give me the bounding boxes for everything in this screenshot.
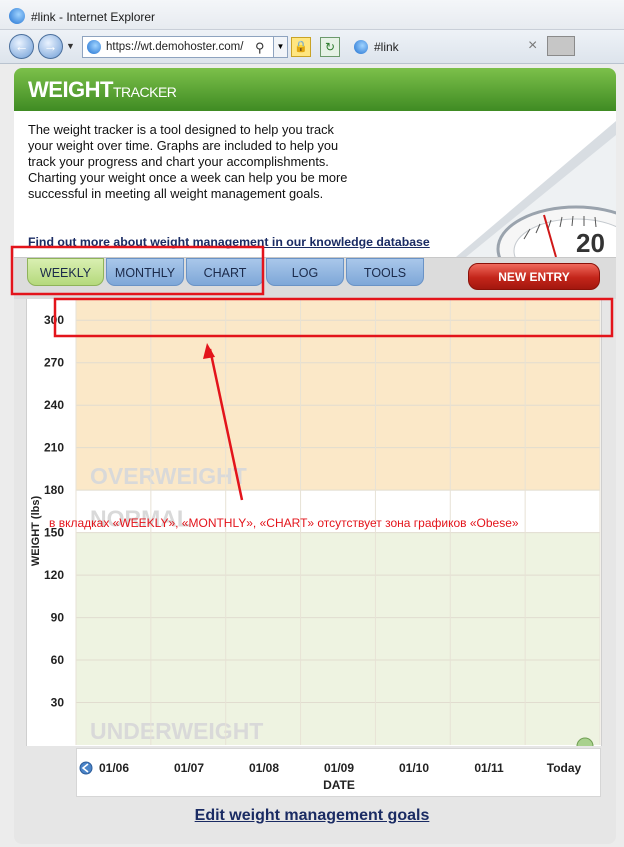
history-dropdown-icon[interactable]: ▼ xyxy=(66,41,75,51)
url-dropdown-icon[interactable]: ▼ xyxy=(273,37,287,57)
tab-chart[interactable]: CHART xyxy=(186,258,264,286)
page-icon xyxy=(87,40,101,54)
chart-container xyxy=(26,299,602,746)
forward-arrow-icon[interactable]: → xyxy=(38,34,63,59)
search-icon[interactable]: ⚲ xyxy=(255,40,265,56)
weight-tracker-header: WEIGHTTRACKER xyxy=(14,68,616,111)
new-entry-button[interactable]: NEW ENTRY xyxy=(468,263,600,290)
bathroom-scale-image: 20 xyxy=(426,111,616,257)
tab-monthly[interactable]: MONTHLY xyxy=(106,258,184,286)
new-tab-button[interactable] xyxy=(547,36,575,56)
back-arrow-icon[interactable]: ← xyxy=(9,34,34,59)
url-input[interactable]: https://wt.demohoster.com/ ⚲ ▼ xyxy=(82,36,288,58)
intro-description: The weight tracker is a tool designed to… xyxy=(28,122,348,201)
browser-tab-title: #link xyxy=(374,40,399,54)
knowledge-database-link[interactable]: Find out more about weight management in… xyxy=(28,235,430,249)
tab-tools[interactable]: TOOLS xyxy=(346,258,424,286)
close-tab-icon[interactable]: × xyxy=(528,37,537,55)
tab-log[interactable]: LOG xyxy=(266,258,344,286)
window-title: #link - Internet Explorer xyxy=(31,10,156,24)
tab-page-icon xyxy=(354,40,368,54)
logo-tracker: TRACKER xyxy=(113,84,177,100)
url-text: https://wt.demohoster.com/ xyxy=(106,41,244,53)
refresh-icon[interactable]: ↻ xyxy=(320,37,340,57)
lock-icon[interactable]: 🔒 xyxy=(291,37,311,57)
intro-section: The weight tracker is a tool designed to… xyxy=(14,111,616,257)
x-axis-bar xyxy=(76,748,601,797)
address-bar: ← → ▼ https://wt.demohoster.com/ ⚲ ▼ 🔒 ↻… xyxy=(0,30,624,64)
scale-number: 20 xyxy=(576,228,605,257)
ie-logo-icon xyxy=(9,8,25,24)
weight-tracker-logo: WEIGHTTRACKER xyxy=(28,77,177,103)
window-titlebar: #link - Internet Explorer xyxy=(0,0,624,30)
tab-weekly[interactable]: WEEKLY xyxy=(27,258,104,286)
edit-goals-link[interactable]: Edit weight management goals xyxy=(0,807,624,825)
logo-weight: WEIGHT xyxy=(28,77,114,102)
browser-tab[interactable]: #link × xyxy=(348,34,548,60)
